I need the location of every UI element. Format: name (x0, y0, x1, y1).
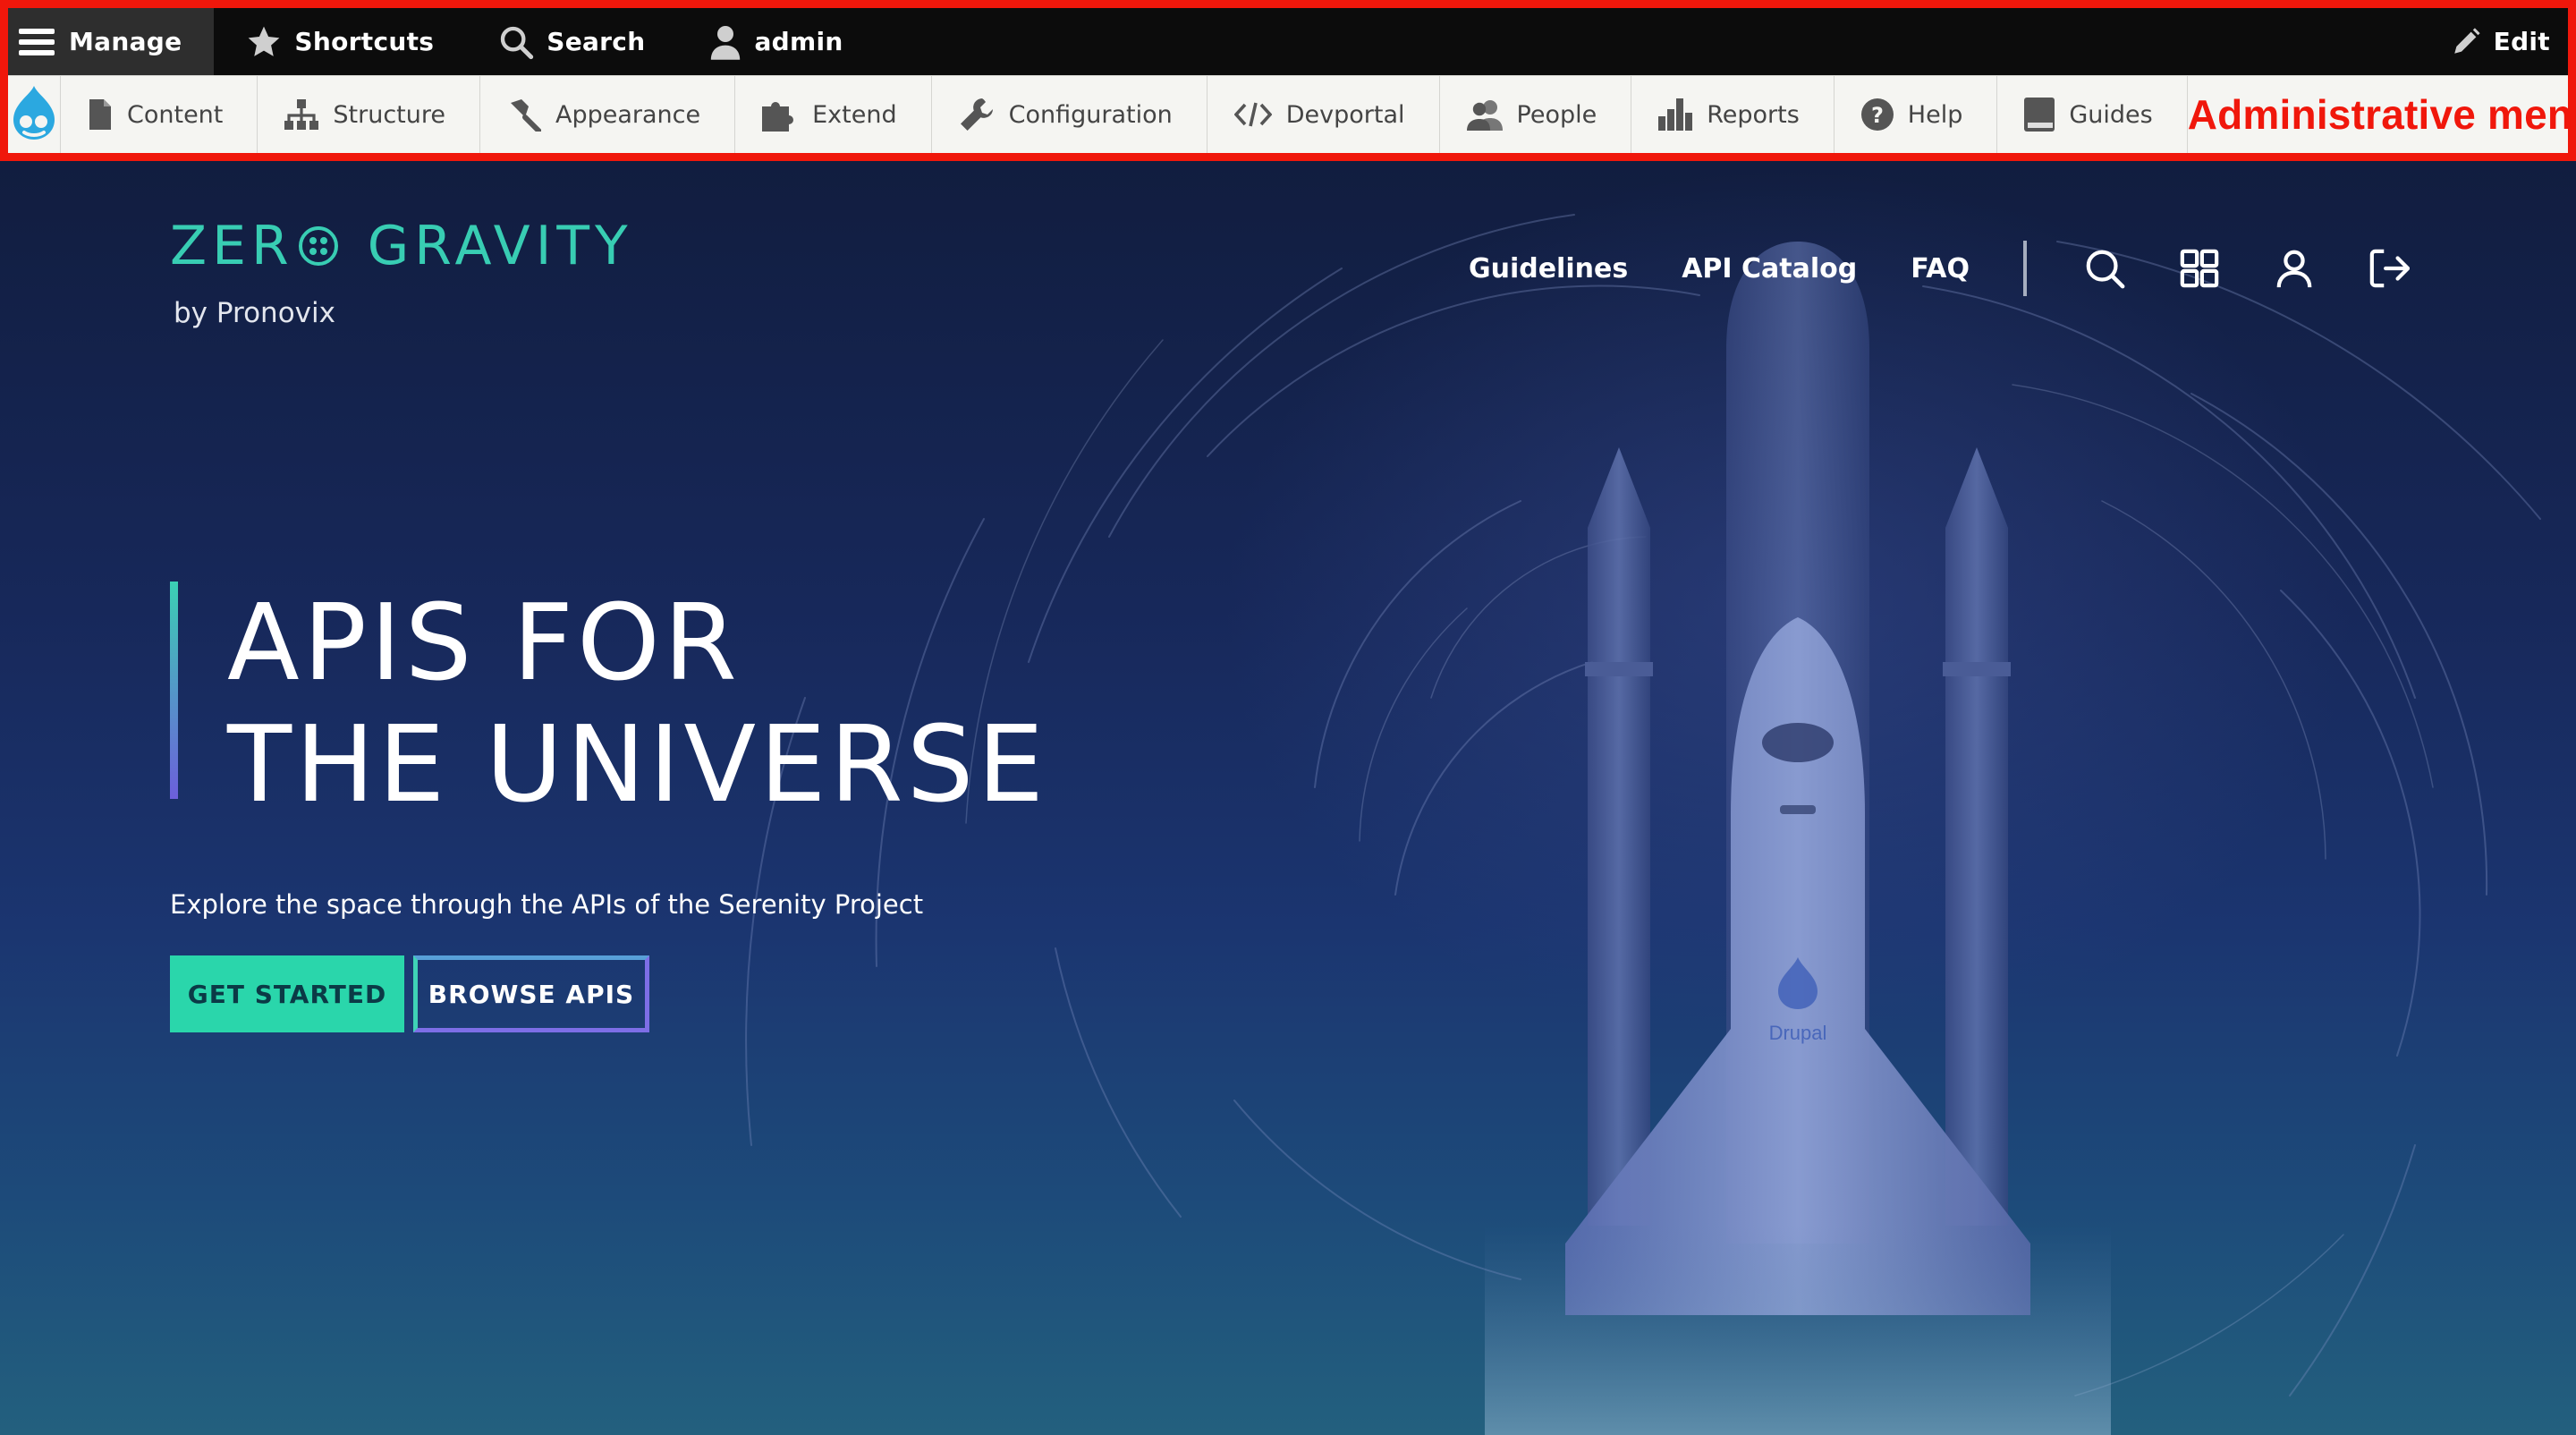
space-shuttle-image: Drupal (1485, 242, 2111, 1435)
brush-icon (507, 98, 541, 132)
admin-toolbar-top-bar: Manage Shortcuts Search admin Edit (8, 8, 2568, 75)
hamburger-icon (17, 26, 56, 58)
tray-item-guides[interactable]: Guides (1997, 76, 2188, 153)
headline-line-2: THE UNIVERSE (227, 702, 1048, 826)
nav-divider (2023, 241, 2027, 296)
hero-headline-block: APIS FOR THE UNIVERSE (170, 582, 1047, 825)
hero-headline: APIS FOR THE UNIVERSE (227, 582, 1047, 825)
browse-apis-button[interactable]: BROWSE APIS (413, 955, 649, 1032)
hero-cta-group: GET STARTED BROWSE APIS (170, 955, 1047, 1032)
tray-item-label: Reports (1707, 100, 1800, 129)
edit-button[interactable]: Edit (2419, 8, 2568, 75)
tray-item-label: Appearance (555, 100, 701, 129)
logout-icon[interactable] (2368, 248, 2410, 289)
shortcuts-button[interactable]: Shortcuts (214, 8, 466, 75)
get-started-button[interactable]: GET STARTED (170, 955, 404, 1032)
document-icon (88, 99, 113, 130)
hero-content: APIS FOR THE UNIVERSE Explore the space … (170, 582, 1047, 1032)
brand-name-part2: GRAVITY (367, 215, 633, 277)
site-logo[interactable]: ZER GRAVITY by Pronovix (170, 215, 633, 329)
tray-item-people[interactable]: People (1440, 76, 1632, 153)
pencil-icon (2451, 27, 2481, 57)
star-icon (246, 25, 282, 59)
zero-o-icon (298, 225, 339, 267)
hero-tagline: Explore the space through the APIs of th… (170, 889, 924, 920)
tray-item-label: Configuration (1008, 100, 1173, 129)
tray-item-structure[interactable]: Structure (258, 76, 480, 153)
brand-name-part1: ZER (170, 215, 294, 277)
manage-label: Manage (69, 27, 182, 56)
tray-item-extend[interactable]: Extend (735, 76, 932, 153)
search-button[interactable]: Search (466, 8, 677, 75)
search-label: Search (547, 27, 646, 56)
code-icon (1233, 101, 1272, 128)
headline-accent-bar (170, 582, 178, 799)
hero-section: Drupal ZER GRAVITY by Pronovix Guideline… (0, 161, 2576, 1435)
tray-item-label: Devportal (1285, 100, 1405, 129)
headline-line-1: APIS FOR (227, 581, 741, 704)
tray-item-label: People (1516, 100, 1597, 129)
sitemap-icon (284, 99, 319, 130)
shuttle-badge-text: Drupal (1769, 1022, 1827, 1044)
tray-item-help[interactable]: ? Help (1835, 76, 1998, 153)
user-icon[interactable] (2274, 248, 2315, 289)
user-icon (709, 24, 741, 60)
nav-link-api-catalog[interactable]: API Catalog (1682, 253, 1857, 284)
tray-item-label: Help (1907, 100, 1963, 129)
help-icon: ? (1860, 98, 1894, 131)
drupal-logo-icon (8, 84, 60, 145)
tray-item-label: Content (127, 100, 224, 129)
tray-item-appearance[interactable]: Appearance (480, 76, 736, 153)
svg-text:?: ? (1871, 103, 1884, 128)
tray-item-content[interactable]: Content (61, 76, 258, 153)
tray-item-label: Guides (2069, 100, 2153, 129)
tray-item-reports[interactable]: Reports (1631, 76, 1835, 153)
user-label: admin (754, 27, 843, 56)
edit-label: Edit (2493, 27, 2550, 56)
people-icon (1466, 98, 1503, 131)
tray-item-devportal[interactable]: Devportal (1208, 76, 1440, 153)
grid-icon[interactable] (2179, 248, 2220, 289)
administrative-menu-annotation: Administrative menu (2187, 91, 2576, 138)
search-icon (498, 24, 534, 60)
nav-link-guidelines[interactable]: Guidelines (1469, 253, 1628, 284)
manage-menu-button[interactable]: Manage (8, 8, 215, 75)
nav-link-faq[interactable]: FAQ (1911, 253, 1970, 284)
tray-item-label: Extend (812, 100, 897, 129)
puzzle-icon (762, 98, 798, 132)
user-menu-button[interactable]: admin (677, 8, 875, 75)
shortcuts-label: Shortcuts (294, 27, 435, 56)
tray-item-configuration[interactable]: Configuration (932, 76, 1208, 153)
admin-toolbar: Manage Shortcuts Search admin Edit Conte… (0, 0, 2576, 161)
brand-wordmark: ZER GRAVITY (170, 215, 633, 277)
tray-item-label: Structure (333, 100, 445, 129)
main-navigation: Guidelines API Catalog FAQ (1469, 241, 2576, 296)
wrench-icon (959, 97, 995, 132)
book-icon (2024, 98, 2055, 132)
administrative-menu-tray: Content Structure Appearance Extend Conf… (8, 75, 2576, 153)
bar-chart-icon (1658, 98, 1693, 131)
brand-byline: by Pronovix (174, 297, 335, 329)
search-icon[interactable] (2084, 248, 2125, 289)
drupal-home-link[interactable] (8, 76, 61, 153)
